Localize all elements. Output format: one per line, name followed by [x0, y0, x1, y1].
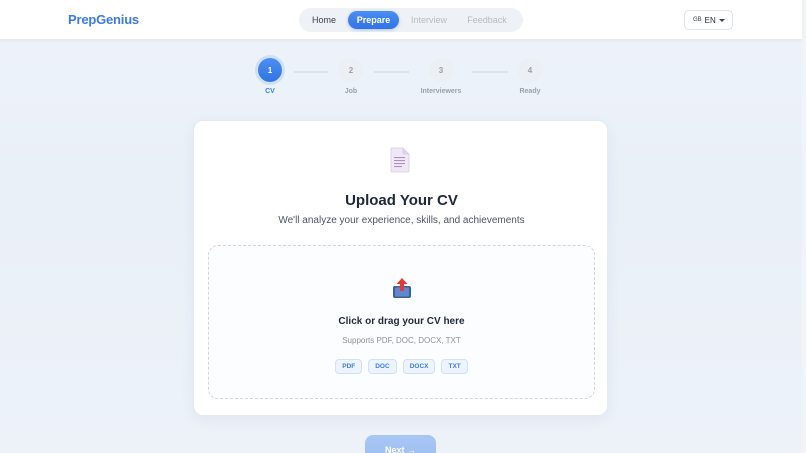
step-number: 2	[339, 58, 363, 82]
format-badge-txt: TXT	[441, 359, 468, 374]
nav-prepare[interactable]: Prepare	[348, 11, 399, 29]
upload-cv-card: Upload Your CV We'll analyze your experi…	[193, 120, 608, 416]
step-ready[interactable]: 4 Ready	[500, 58, 560, 95]
dropzone-title: Click or drag your CV here	[338, 316, 465, 327]
format-badge-pdf: PDF	[335, 359, 363, 374]
nav-home[interactable]: Home	[302, 11, 346, 29]
next-button[interactable]: Next →	[365, 435, 436, 453]
format-badge-doc: DOC	[368, 359, 397, 374]
nav-interview[interactable]: Interview	[401, 11, 457, 29]
step-label: Job	[344, 88, 358, 95]
step-label: CV	[265, 88, 275, 95]
step-label: Interviewers	[420, 88, 462, 95]
step-label: Ready	[519, 88, 541, 95]
step-cv[interactable]: 1 CV	[240, 58, 300, 95]
app-logo[interactable]: PrepGenius	[68, 12, 139, 27]
format-badges: PDF DOC DOCX TXT	[209, 359, 594, 374]
nav-feedback[interactable]: Feedback	[459, 11, 515, 29]
cv-dropzone[interactable]: Click or drag your CV here Supports PDF,…	[208, 245, 595, 399]
step-number: 4	[518, 58, 542, 82]
format-badge-docx: DOCX	[402, 359, 436, 374]
card-title: Upload Your CV	[345, 192, 458, 209]
page-scrollbar[interactable]	[802, 0, 806, 453]
language-value: EN	[704, 15, 716, 25]
flag-icon: GB	[693, 17, 702, 23]
language-selector[interactable]: GB EN	[684, 10, 733, 30]
progress-stepper: 1 CV 2 Job 3 Interviewers 4 Ready	[0, 58, 802, 98]
step-job[interactable]: 2 Job	[321, 58, 381, 95]
step-interviewers[interactable]: 3 Interviewers	[411, 58, 471, 95]
dropzone-supported-formats: Supports PDF, DOC, DOCX, TXT	[342, 336, 461, 345]
chevron-down-icon	[719, 19, 725, 22]
upload-icon	[393, 278, 411, 298]
main-nav: Home Prepare Interview Feedback	[299, 8, 523, 32]
document-icon	[390, 147, 410, 173]
card-subtitle: We'll analyze your experience, skills, a…	[278, 215, 525, 226]
step-number: 3	[429, 58, 453, 82]
step-number: 1	[258, 58, 282, 82]
top-header: PrepGenius Home Prepare Interview Feedba…	[0, 0, 802, 40]
